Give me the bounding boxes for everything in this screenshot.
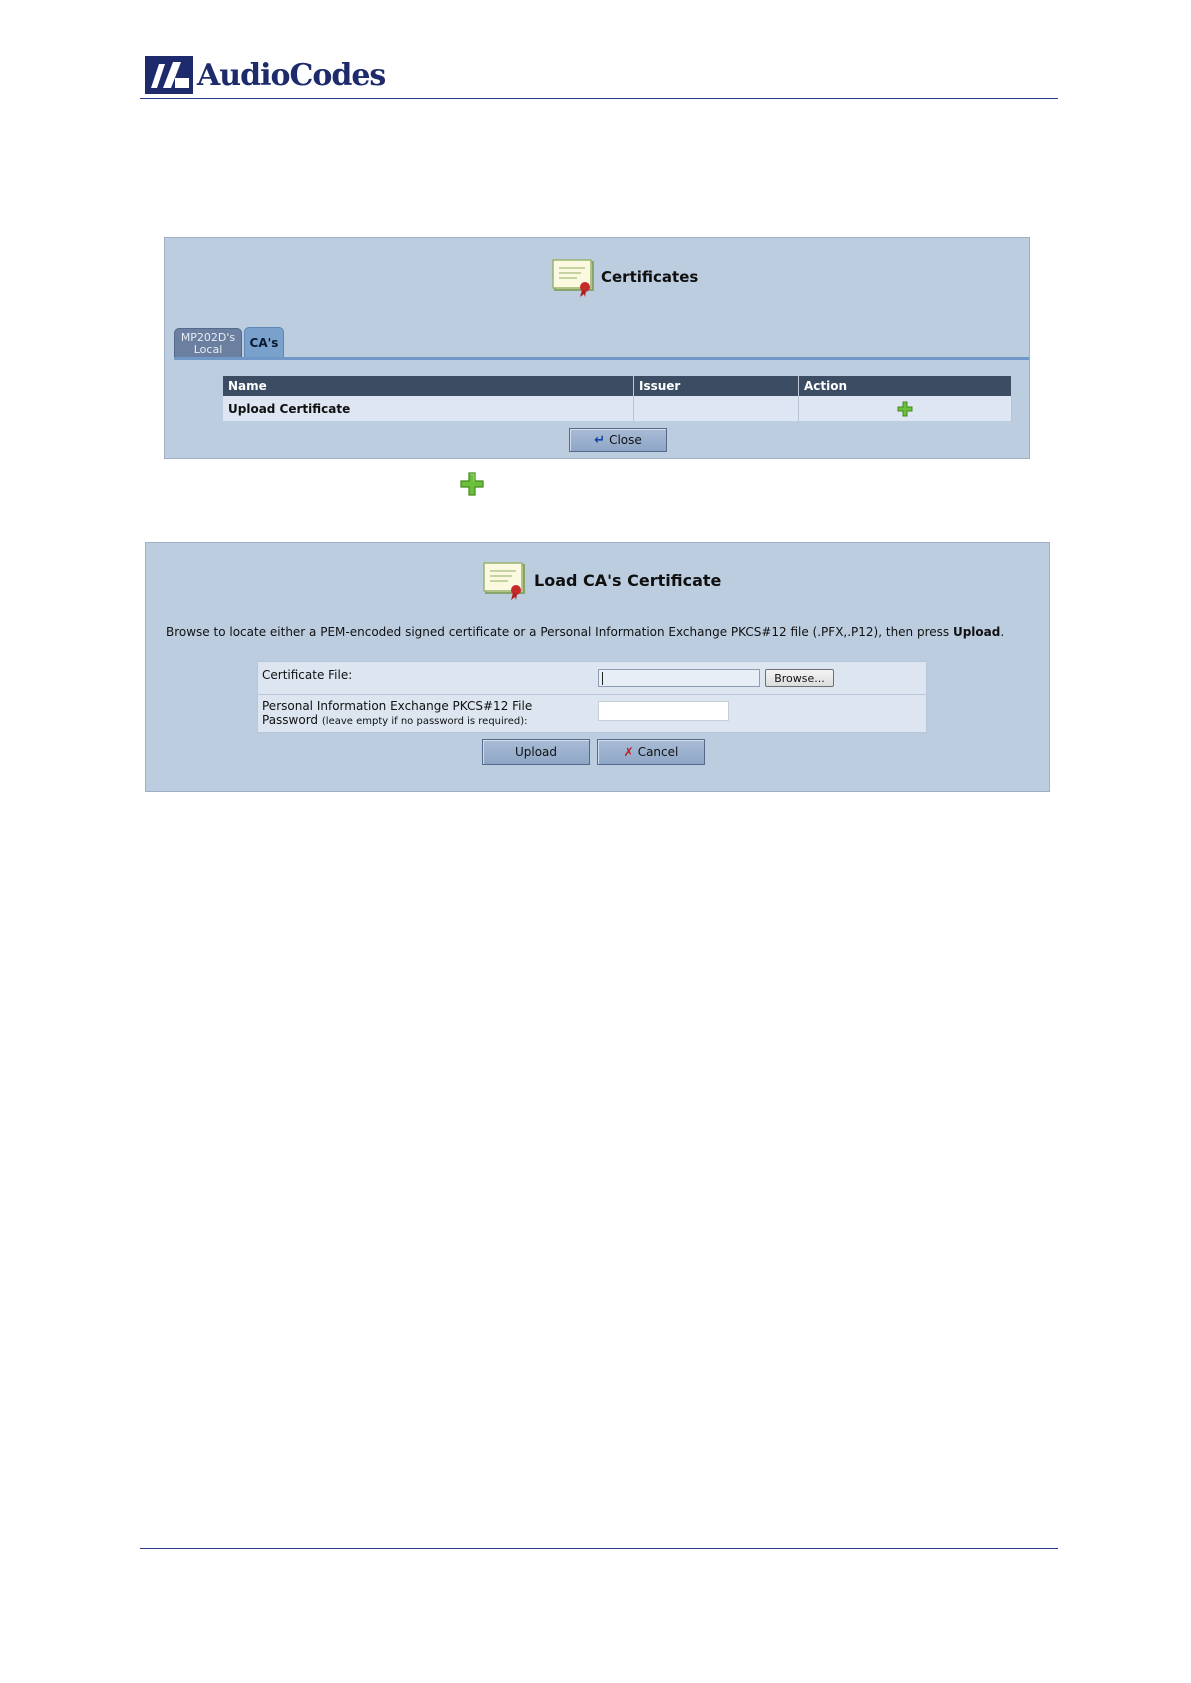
certificates-panel: Certificates MP202D's Local CA's Name Is… <box>164 237 1030 459</box>
load-ca-title-text: Load CA's Certificate <box>534 570 722 590</box>
return-arrow-icon: ↵ <box>594 432 606 448</box>
pkcs-label-line2: Password <box>262 713 319 727</box>
certificate-icon <box>483 562 525 600</box>
cell-name: Upload Certificate <box>223 396 634 421</box>
browse-button[interactable]: Browse... <box>765 669 834 687</box>
column-issuer: Issuer <box>633 376 799 396</box>
plus-icon[interactable] <box>897 401 913 417</box>
instruction-text: Browse to locate either a PEM-encoded si… <box>166 625 1036 639</box>
cancel-button[interactable]: ✗ Cancel <box>597 739 705 765</box>
pkcs-password-input[interactable] <box>598 701 729 721</box>
pkcs-label-hint: (leave empty if no password is required)… <box>321 716 528 727</box>
table-row: Upload Certificate <box>223 396 1012 421</box>
load-ca-certificate-panel: Load CA's Certificate Browse to locate e… <box>145 542 1050 792</box>
certificates-table: Name Issuer Action Upload Certificate <box>223 376 1012 421</box>
tab-mp202d-local[interactable]: MP202D's Local <box>174 328 242 358</box>
form-row-certificate-file: Certificate File: Browse... <box>258 662 926 695</box>
column-action: Action <box>798 376 1012 396</box>
certificates-title-text: Certificates <box>601 268 699 286</box>
tab-cas[interactable]: CA's <box>244 327 284 358</box>
certificate-file-label: Certificate File: <box>262 668 353 682</box>
cell-action <box>798 396 1012 421</box>
upload-form: Certificate File: Browse... Personal Inf… <box>257 661 927 733</box>
cancel-button-label: Cancel <box>637 745 679 759</box>
certificates-title: Certificates <box>551 256 698 298</box>
brand-name: AudioCodes <box>197 57 386 93</box>
instruction-prefix: Browse to locate either a PEM-encoded si… <box>166 625 953 639</box>
tab-underline <box>174 357 1029 360</box>
close-button-label: Close <box>609 433 642 447</box>
text-cursor <box>602 672 603 685</box>
certificate-icon <box>552 259 594 297</box>
certificate-file-input[interactable] <box>598 669 760 687</box>
tab-label: CA's <box>249 336 279 350</box>
close-button[interactable]: ↵ Close <box>569 428 667 452</box>
header-divider <box>140 98 1058 99</box>
pkcs-password-label: Personal Information Exchange PKCS#12 Fi… <box>262 699 532 729</box>
footer-divider <box>140 1548 1058 1549</box>
upload-button-label: Upload <box>514 745 558 759</box>
cell-issuer <box>633 396 799 421</box>
tab-label-line2: Local <box>193 343 223 356</box>
audiocodes-logo-icon <box>145 56 193 94</box>
instruction-bold: Upload <box>952 625 1001 639</box>
load-ca-title: Load CA's Certificate <box>482 559 721 601</box>
upload-button[interactable]: Upload <box>482 739 590 765</box>
cancel-x-icon: ✗ <box>623 745 634 759</box>
pkcs-label-line1: Personal Information Exchange PKCS#12 Fi… <box>262 699 533 713</box>
instruction-suffix: . <box>1000 625 1005 639</box>
column-name: Name <box>223 376 634 396</box>
plus-icon <box>460 472 484 496</box>
table-header-row: Name Issuer Action <box>223 376 1012 396</box>
audiocodes-logo: AudioCodes <box>145 54 386 96</box>
